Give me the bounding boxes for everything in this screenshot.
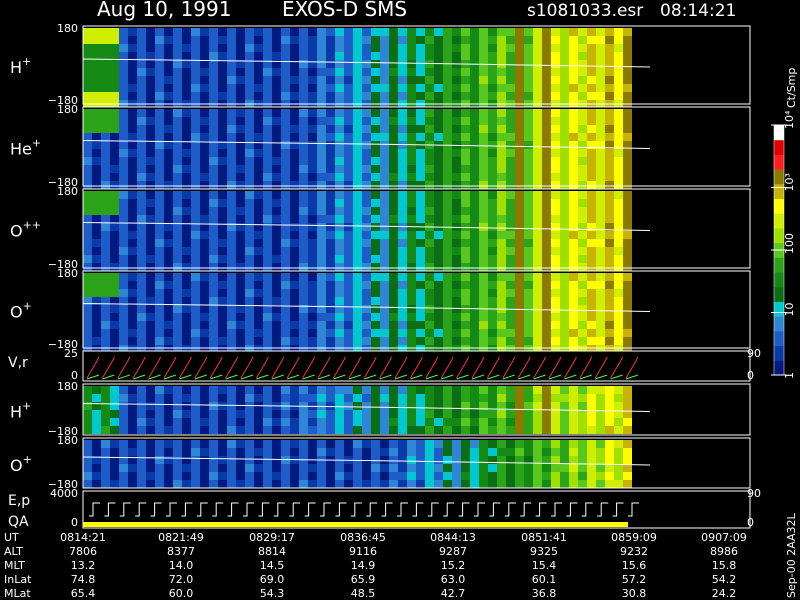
colorbar-tick-label: 10³: [783, 173, 796, 191]
panel-Vr: V,r250900: [8, 347, 761, 382]
footer-cell: 8986: [710, 545, 738, 558]
ytick-top: 4000: [50, 487, 78, 500]
panel-Op2: 180−180O+: [10, 434, 751, 491]
header-mission: EXOS-D SMS: [282, 0, 407, 21]
footer-cell: 24.2: [712, 587, 737, 600]
panel-label: E,p: [8, 493, 30, 509]
colorbar-segment: [774, 139, 784, 155]
footer-row-name: MLT: [4, 559, 25, 572]
footer-cell: 13.2: [71, 559, 96, 572]
version-label: Sep-00 2AA32L: [785, 512, 798, 598]
footer-cell: 60.1: [532, 573, 557, 586]
footer-row-name: ALT: [4, 545, 23, 558]
footer-cell: 48.5: [351, 587, 376, 600]
footer-cell: 9287: [439, 545, 467, 558]
colorbar-segment: [774, 257, 784, 273]
ytick-top: 180: [57, 267, 78, 280]
colorbar-segment: [774, 345, 784, 361]
footer-row-name: UT: [4, 531, 19, 544]
ytick-bottom: 0: [71, 516, 78, 529]
footer-cell: 0814:21: [60, 531, 106, 544]
footer-cell: 65.4: [71, 587, 96, 600]
colorbar-tick-label: 10⁴: [783, 110, 796, 129]
footer-cell: 15.8: [712, 559, 737, 572]
colorbar-segment: [774, 330, 784, 347]
footer-cell: 0907:09: [701, 531, 747, 544]
ytick-top: 180: [57, 103, 78, 116]
colorbar-tick-label: 10: [783, 303, 796, 317]
colorbar-tick-label: 1: [783, 372, 796, 379]
footer-row-name: MLat: [4, 587, 31, 600]
footer-cell: 60.0: [169, 587, 194, 600]
footer-cell: 8377: [167, 545, 195, 558]
footer-cell: 57.2: [622, 573, 647, 586]
qa-bar: [83, 522, 628, 527]
footer-row-name: InLat: [4, 573, 32, 586]
footer-cell: 14.0: [169, 559, 194, 572]
ytick-top: 180: [57, 22, 78, 35]
colorbar-unit: Ct/Smp: [785, 68, 798, 108]
footer-cell: 8814: [258, 545, 286, 558]
ytick-right-top: 90: [747, 347, 761, 360]
panel-Op1: 180−180O+: [10, 267, 751, 353]
footer-cell: 14.5: [260, 559, 285, 572]
colorbar-segment: [774, 272, 784, 288]
ytick-top: 25: [64, 347, 78, 360]
footer-cell: 54.3: [260, 587, 285, 600]
footer-cell: 15.4: [532, 559, 557, 572]
footer-cell: 69.0: [260, 573, 285, 586]
colorbar-segment: [774, 286, 784, 302]
colorbar-segment: [774, 316, 784, 332]
ytick-top: 180: [57, 434, 78, 447]
footer-cell: 63.0: [441, 573, 466, 586]
colorbar-tick-label: 100: [783, 233, 796, 254]
footer-cell: 15.2: [441, 559, 466, 572]
footer-cell: 0829:17: [249, 531, 295, 544]
panel-Opp: 180−180O++: [10, 185, 751, 271]
ytick-right-bottom: 0: [747, 369, 754, 382]
footer-cell: 0851:41: [521, 531, 567, 544]
footer-cell: 7806: [69, 545, 97, 558]
footer-cell: 9325: [530, 545, 558, 558]
ytick-top: 180: [57, 185, 78, 198]
footer-cell: 74.8: [71, 573, 96, 586]
footer-cell: 30.8: [622, 587, 647, 600]
panel-Hep: 180−180He+: [10, 103, 751, 189]
footer-cell: 9116: [349, 545, 377, 558]
footer-cell: 42.7: [441, 587, 466, 600]
colorbar-segment: [774, 213, 784, 229]
footer-cell: 65.9: [351, 573, 376, 586]
header-date: Aug 10, 1991: [97, 0, 231, 21]
ytick-right-top: 90: [747, 487, 761, 500]
spectrogram-figure: Aug 10, 1991 EXOS-D SMS s1081033.esr 08:…: [0, 0, 800, 600]
footer-cell: 36.8: [532, 587, 557, 600]
panel-label: V,r: [8, 355, 28, 371]
panel-Hp2: 180−180H+: [10, 380, 751, 438]
header-file: s1081033.esr: [527, 1, 643, 21]
footer-cell: 0844:13: [430, 531, 476, 544]
footer-cell: 54.2: [712, 573, 737, 586]
panels: 180−180H+180−180He+180−180O++180−180O+V,…: [8, 22, 761, 530]
colorbar-segment: [774, 198, 784, 214]
ytick-top: 180: [57, 380, 78, 393]
footer-cell: 14.9: [351, 559, 376, 572]
panel-Hp1: 180−180H+: [10, 22, 751, 108]
footer-cell: 0859:09: [611, 531, 657, 544]
panel-Ep: E,p QA 4000 0 90 0: [8, 487, 761, 530]
colorbar-segment: [774, 154, 784, 170]
ytick-right-bottom: 0: [747, 516, 754, 529]
footer-cell: 0821:49: [158, 531, 204, 544]
footer-cell: 0836:45: [340, 531, 386, 544]
footer-cell: 72.0: [169, 573, 194, 586]
footer-cell: 9232: [620, 545, 648, 558]
panel-label-qa: QA: [8, 514, 29, 530]
footer-cell: 15.6: [622, 559, 647, 572]
header-time: 08:14:21: [660, 1, 736, 21]
